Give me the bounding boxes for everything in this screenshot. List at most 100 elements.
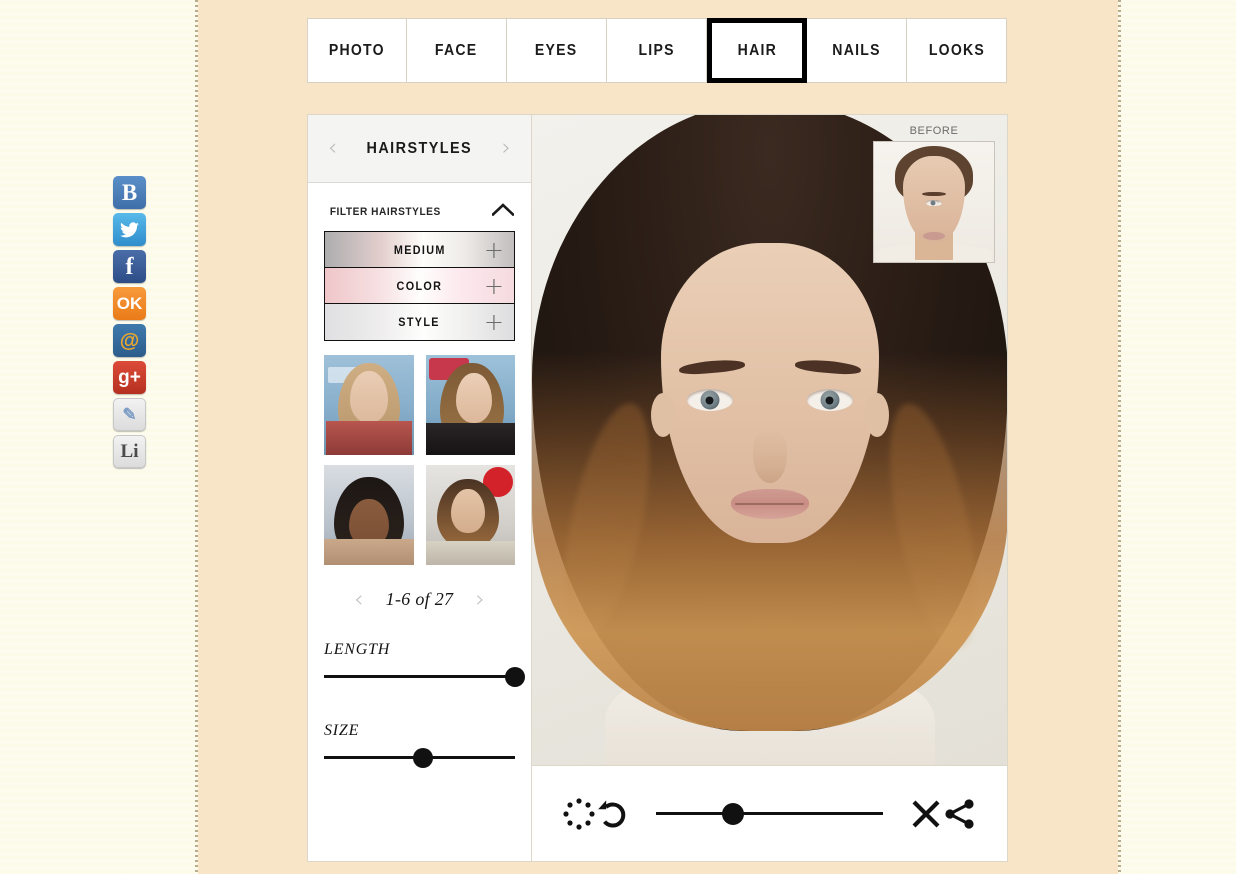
tab-eyes[interactable]: EYES: [507, 18, 607, 83]
dotted-border-right: [1118, 0, 1121, 874]
hairstyles-panel: ‹ HAIRSTYLES › FILTER HAIRSTYLES MEDIUM …: [308, 115, 532, 861]
close-x-glyph: [912, 800, 940, 827]
plus-icon-style[interactable]: +: [484, 310, 504, 334]
undo-icon[interactable]: [596, 797, 630, 831]
filter-header-label: FILTER HAIRSTYLES: [329, 206, 441, 218]
tab-face-label: FACE: [435, 41, 478, 59]
share-vk-icon[interactable]: B: [113, 176, 146, 209]
hairstyle-thumb-1[interactable]: [324, 355, 414, 455]
share-twitter-icon[interactable]: [113, 213, 146, 246]
share-mailru-icon[interactable]: @: [113, 324, 146, 357]
pager-prev-icon[interactable]: ‹: [354, 587, 364, 611]
length-slider-knob[interactable]: [505, 666, 525, 687]
before-thumbnail[interactable]: [873, 141, 995, 263]
tab-lips[interactable]: LIPS: [607, 18, 707, 83]
eyebrow-right: [794, 358, 861, 376]
share-liveinternet-icon[interactable]: Li: [113, 435, 146, 468]
twitter-bird-icon: [120, 221, 139, 237]
share-pen-glyph: ✎: [122, 405, 137, 424]
app-window: ‹ HAIRSTYLES › FILTER HAIRSTYLES MEDIUM …: [307, 114, 1008, 862]
pupil-right: [825, 396, 834, 404]
nose: [752, 429, 787, 483]
chevron-up-glyph: [491, 203, 515, 217]
iris-right: [820, 390, 839, 410]
tab-hair-label: HAIR: [737, 41, 777, 59]
plus-icon-color[interactable]: +: [484, 274, 504, 298]
hairstyle-thumb-4[interactable]: [425, 465, 515, 565]
wallpaper-left: [0, 0, 196, 874]
close-icon[interactable]: [909, 797, 943, 831]
share-facebook-glyph: f: [125, 253, 134, 280]
filter-row-style[interactable]: STYLE +: [325, 304, 514, 340]
opacity-slider-knob[interactable]: [722, 802, 745, 825]
hairstyle-thumb-3[interactable]: [324, 465, 414, 565]
size-slider-block: SIZE: [324, 722, 515, 768]
tab-face[interactable]: FACE: [407, 18, 507, 83]
main-photo[interactable]: BEFORE: [532, 115, 1007, 765]
share-mail-glyph: @: [119, 329, 140, 352]
filter-row-color[interactable]: COLOR +: [325, 268, 514, 304]
hairstyle-thumb-2[interactable]: [425, 355, 515, 455]
tab-looks[interactable]: LOOKS: [907, 18, 1007, 83]
thumb4-face: [451, 489, 486, 533]
share-gplus-glyph: g+: [118, 367, 141, 388]
share-nodes-glyph: [945, 798, 974, 829]
pager-range-label: 1-6 of 27: [385, 588, 454, 609]
pager-next-icon[interactable]: ›: [475, 587, 485, 611]
filter-list: MEDIUM + COLOR + STYLE +: [324, 231, 515, 341]
length-slider-label: LENGTH: [324, 641, 391, 658]
opacity-slider-track[interactable]: [656, 802, 883, 825]
photo-stage: BEFORE: [532, 115, 1007, 861]
main-tabbar: PHOTO FACE EYES LIPS HAIR NAILS LOOKS: [307, 18, 1007, 83]
ear-right: [864, 393, 889, 437]
panel-header: ‹ HAIRSTYLES ›: [308, 115, 531, 183]
filter-row-color-label: COLOR: [396, 278, 443, 293]
panel-prev-icon[interactable]: ‹: [328, 137, 337, 160]
hairstyle-thumbnail-grid: [324, 355, 515, 565]
eye-right: [806, 389, 853, 411]
ear-left: [650, 393, 675, 437]
tab-nails[interactable]: NAILS: [807, 18, 907, 83]
size-slider-knob[interactable]: [413, 747, 434, 768]
tab-looks-label: LOOKS: [928, 41, 985, 59]
panel-next-icon[interactable]: ›: [502, 137, 511, 160]
filter-row-medium-label: MEDIUM: [393, 242, 446, 257]
thumbnail-pager: ‹ 1-6 of 27 ›: [308, 587, 531, 611]
thumb3-face: [348, 499, 389, 547]
chevron-up-icon[interactable]: [491, 203, 515, 221]
wallpaper-right: [1119, 0, 1236, 874]
share-googleplus-icon[interactable]: g+: [113, 361, 146, 394]
length-slider-block: LENGTH: [324, 641, 525, 687]
share-ok-glyph: OK: [116, 294, 143, 313]
thumb1-face: [349, 371, 388, 423]
before-face: [903, 156, 965, 242]
share-icon[interactable]: [943, 797, 977, 831]
share-odnoklassniki-icon[interactable]: OK: [113, 287, 146, 320]
before-brow-right: [922, 192, 942, 196]
before-label: BEFORE: [909, 125, 959, 137]
size-slider-track[interactable]: [324, 747, 515, 768]
share-vk-glyph: B: [121, 180, 138, 205]
eye-left: [686, 389, 733, 411]
undo-arrow-glyph: [598, 799, 626, 827]
share-facebook-icon[interactable]: f: [113, 250, 146, 283]
photo-toolbar: [532, 765, 1007, 861]
length-slider-track[interactable]: [324, 666, 525, 687]
filter-header[interactable]: FILTER HAIRSTYLES: [308, 183, 531, 231]
tab-hair[interactable]: HAIR: [707, 18, 807, 83]
tab-nails-label: NAILS: [832, 41, 881, 59]
panel-title: HAIRSTYLES: [366, 139, 473, 157]
social-share-rail: B f OK @ g+ ✎ Li: [113, 176, 147, 468]
before-iris-right: [930, 200, 935, 206]
share-blog-icon[interactable]: ✎: [113, 398, 146, 431]
tab-photo-label: PHOTO: [329, 41, 385, 59]
before-preview: BEFORE: [873, 125, 995, 263]
tab-photo[interactable]: PHOTO: [307, 18, 407, 83]
loading-dots-icon[interactable]: [562, 797, 596, 831]
eyebrow-left: [678, 358, 745, 376]
lips: [730, 489, 809, 519]
plus-icon-medium[interactable]: +: [484, 238, 504, 262]
before-eye-right: [926, 200, 939, 206]
size-slider-label: SIZE: [324, 722, 360, 739]
filter-row-medium[interactable]: MEDIUM +: [325, 232, 514, 268]
